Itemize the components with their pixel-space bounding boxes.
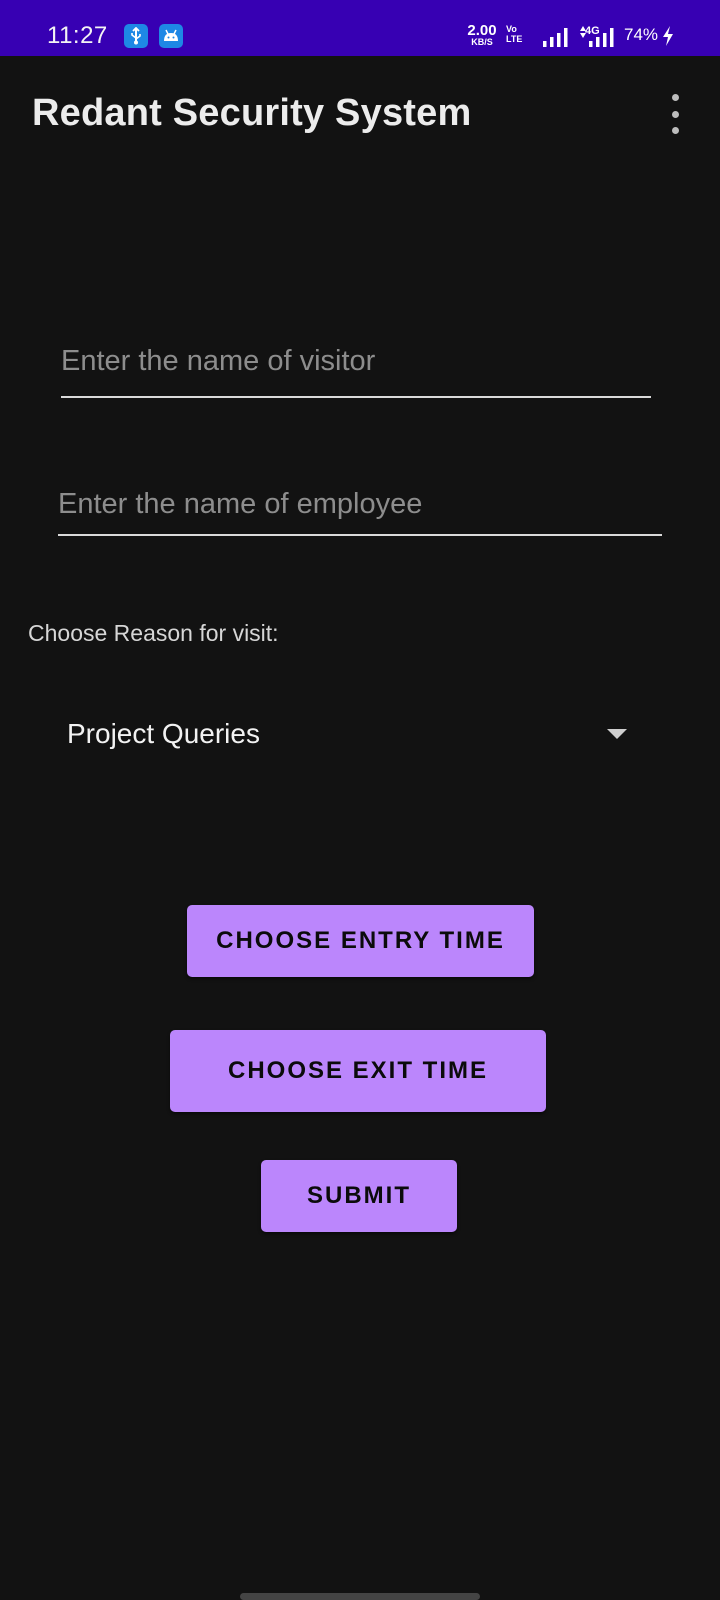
status-bar: 11:27 2.00 KB/S Vo LTE 4G 74% <box>0 0 720 56</box>
employee-name-input[interactable]: Enter the name of employee <box>58 484 662 536</box>
volte-indicator: Vo LTE <box>506 24 522 44</box>
signal-icon <box>543 28 568 47</box>
android-icon <box>159 24 183 48</box>
more-vert-icon[interactable] <box>663 94 687 134</box>
employee-name-placeholder: Enter the name of employee <box>58 488 423 520</box>
signal-icon-2 <box>589 28 614 47</box>
reason-dropdown[interactable]: Project Queries <box>40 700 640 770</box>
charging-icon <box>663 26 673 46</box>
volte-top: Vo <box>506 24 517 34</box>
reason-selected-value: Project Queries <box>67 718 260 749</box>
submit-button[interactable]: SUBMIT <box>261 1160 457 1232</box>
network-speed-value: 2.00 <box>467 22 497 39</box>
submit-label: SUBMIT <box>307 1182 411 1209</box>
usb-icon <box>124 24 148 48</box>
status-time: 11:27 <box>47 22 108 49</box>
reason-label: Choose Reason for visit: <box>28 620 279 646</box>
choose-entry-time-button[interactable]: CHOOSE ENTRY TIME <box>187 905 534 977</box>
app-title: Redant Security System <box>32 92 472 134</box>
volte-bottom: LTE <box>506 34 523 44</box>
network-speed: 2.00 KB/S <box>464 23 500 47</box>
battery-percentage: 74% <box>624 25 659 44</box>
dropdown-arrow-icon <box>607 729 627 739</box>
choose-entry-time-label: CHOOSE ENTRY TIME <box>216 927 505 954</box>
choose-exit-time-button[interactable]: CHOOSE EXIT TIME <box>170 1030 546 1112</box>
visitor-name-placeholder: Enter the name of visitor <box>61 345 376 377</box>
visitor-name-input[interactable]: Enter the name of visitor <box>61 340 651 398</box>
gesture-nav-handle[interactable] <box>240 1593 480 1600</box>
choose-exit-time-label: CHOOSE EXIT TIME <box>227 1057 489 1084</box>
network-speed-unit: KB/S <box>471 37 493 47</box>
